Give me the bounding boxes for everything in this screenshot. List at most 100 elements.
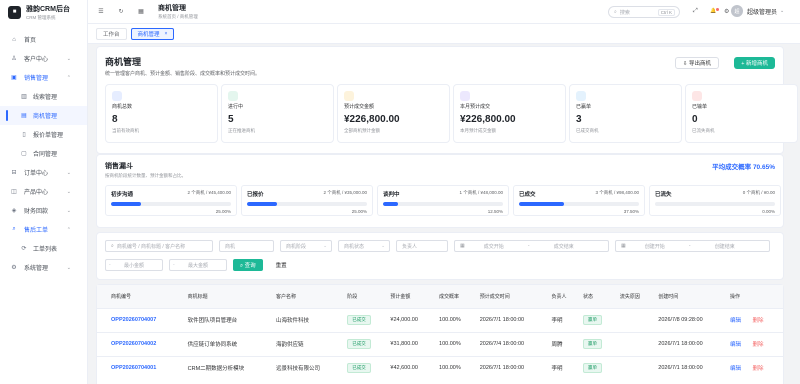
finance-icon: ◈ [11, 208, 17, 214]
edit-button[interactable]: 编辑 [730, 318, 741, 324]
sidebar-item-label: 订单中心 [24, 171, 49, 177]
user-menu[interactable]: 超 超级管理员 ⌄ [731, 5, 784, 17]
max-amount-input[interactable]: - 最大金额 [169, 259, 227, 271]
close-icon[interactable]: × [165, 31, 168, 37]
expected-date-range[interactable]: ▦ 成交开始 - 成交结束 [454, 240, 609, 252]
created-start[interactable]: 创建开始 [631, 243, 679, 250]
sidebar-item-opportunities[interactable]: ▤ 商机管理 [0, 106, 87, 125]
created-date-range[interactable]: ▦ 创建开始 - 创建结束 [615, 240, 770, 252]
export-button[interactable]: ⇩ 导出商机 [674, 57, 719, 69]
chevron-down-icon: ⌄ [66, 55, 71, 62]
funnel-stage[interactable]: 已成交 3 个商机 / ¥98,400.00 37.50% [513, 185, 645, 216]
add-opportunity-button[interactable]: + 新增商机 [734, 57, 775, 69]
status-select[interactable]: 商机状态 ⌄ [338, 240, 390, 252]
sidebar-item-home[interactable]: ⌂ 首页 [0, 30, 87, 49]
table-row[interactable]: OPP20260704002 供应链订单协同系统 海韵供应链 已成交 ¥31,8… [97, 331, 783, 356]
opportunity-code[interactable]: OPP20260704007 [97, 307, 184, 332]
column-header[interactable]: 预计成交时间 [475, 285, 548, 308]
column-header[interactable]: 流失原因 [615, 285, 655, 308]
column-header[interactable]: 阶段 [343, 285, 387, 308]
chevron-down-icon: ⌄ [381, 243, 385, 248]
chevron-down-icon: ⌄ [66, 188, 71, 195]
stage-fill [247, 202, 277, 206]
edit-button[interactable]: 编辑 [730, 366, 741, 372]
fullscreen-icon[interactable]: ⤢ [693, 8, 698, 15]
keyword-search-input[interactable]: ⌕ 商机编号 / 商机标题 / 客户名称 [105, 240, 213, 252]
edit-button[interactable]: 编辑 [730, 342, 741, 348]
min-amount-input[interactable]: - 最小金额 [105, 259, 163, 271]
reset-button[interactable]: 重置 [269, 259, 294, 271]
settings-icon[interactable]: ⚙ [724, 8, 729, 15]
stat-icon [228, 91, 238, 101]
opportunity-code[interactable]: OPP20260704001 [97, 355, 184, 380]
grid-icon[interactable]: ▦ [134, 8, 148, 15]
sidebar-item-products[interactable]: ◫ 产品中心 ⌄ [0, 182, 87, 201]
menu-icon[interactable]: ☰ [94, 8, 108, 15]
column-header[interactable]: 创建时间 [654, 285, 726, 308]
refresh-icon[interactable]: ↻ [114, 8, 128, 15]
stat-value: 3 [576, 114, 582, 125]
global-search-input[interactable]: ⌕ 搜索 Ctrl K [608, 6, 680, 18]
stat-lost: 已输单 0 已流失商机 [685, 84, 798, 143]
stat-label: 已赢单 [576, 104, 592, 110]
status-badge: 赢单 [582, 363, 602, 374]
sidebar-item-ticket-list[interactable]: ⟳ 工单列表 [0, 239, 87, 258]
chevron-up-icon: ⌃ [66, 74, 71, 81]
sidebar-item-system[interactable]: ⚙ 系统管理 ⌄ [0, 258, 87, 277]
status-cell: 赢单 [578, 331, 616, 356]
order-icon: ⊟ [11, 170, 17, 176]
breadcrumb-path[interactable]: 系统首页 / 商机管理 [158, 14, 198, 20]
expected-start[interactable]: 成交开始 [470, 243, 518, 250]
funnel-stage[interactable]: 谈判中 1 个商机 / ¥48,000.00 12.50% [377, 185, 509, 216]
actions-cell: 编辑 删除 [725, 331, 783, 356]
column-header[interactable]: 客户名称 [272, 285, 344, 308]
column-header[interactable]: 成交概率 [435, 285, 476, 308]
owner: 李明 [547, 307, 579, 332]
sidebar-item-label: 客户中心 [24, 57, 49, 63]
stage-cell: 已成交 [343, 355, 387, 380]
expected-date: 2026/7/1 18:00:00 [475, 355, 548, 380]
sidebar-item-leads[interactable]: ▥ 线索管理 [0, 87, 87, 106]
sidebar-item-customers[interactable]: ♙ 客户中心 ⌄ [0, 49, 87, 68]
stage-select[interactable]: 商机阶段 ⌄ [280, 240, 332, 252]
sidebar-item-aftersales[interactable]: ⌕ 售后工单 ⌃ [0, 220, 87, 239]
delete-button[interactable]: 删除 [753, 342, 764, 348]
column-header[interactable]: 状态 [578, 285, 616, 308]
chevron-down-icon: ⌄ [780, 8, 785, 14]
sidebar-item-sales[interactable]: ▣ 销售管理 ⌃ [0, 68, 87, 87]
column-header[interactable]: 商机标题 [183, 285, 273, 308]
tab-opportunities[interactable]: 商机管理 × [130, 27, 175, 40]
customer-name: 远景科技有限公司 [272, 355, 344, 380]
funnel-stage[interactable]: 已流失 0 个商机 / ¥0.00 0.00% [649, 185, 781, 216]
funnel-stage[interactable]: 已报价 2 个商机 / ¥35,000.00 25.00% [241, 185, 373, 216]
table-row[interactable]: OPP20260704007 软件团队项目管理台 山海软件科技 已成交 ¥24,… [97, 307, 783, 332]
page-title: 商机管理 [158, 5, 186, 12]
table-row[interactable]: OPP20260704001 CRM二期数据分析模块 远景科技有限公司 已成交 … [97, 355, 783, 380]
expected-end[interactable]: 成交结束 [540, 243, 588, 250]
sidebar-item-orders[interactable]: ⊟ 订单中心 ⌄ [0, 163, 87, 182]
owner-input[interactable]: 负责人 [396, 240, 448, 252]
sidebar-item-contracts[interactable]: ▢ 合同管理 [0, 144, 87, 163]
column-header[interactable]: 商机编号 [97, 285, 184, 308]
brand[interactable]: ■ 雅韵CRM后台 CRM 管理系统 [0, 0, 87, 24]
delete-button[interactable]: 删除 [753, 318, 764, 324]
home-icon: ⌂ [12, 36, 16, 43]
stat-icon [344, 91, 354, 101]
customer-name: 海韵供应链 [272, 331, 344, 356]
product-input[interactable]: 商机 [219, 240, 274, 252]
max-amount-placeholder: 最大金额 [187, 262, 208, 269]
query-button[interactable]: ⌕ 查询 [233, 259, 263, 271]
opportunity-code[interactable]: OPP20260704002 [97, 331, 184, 356]
sidebar-item-finance[interactable]: ◈ 财务回款 ⌄ [0, 201, 87, 220]
funnel-stage[interactable]: 初步沟通 2 个商机 / ¥45,400.00 25.00% [105, 185, 237, 216]
column-header[interactable]: 负责人 [547, 285, 579, 308]
calendar-icon: ▦ [460, 243, 465, 249]
tab-workbench[interactable]: 工作台 [96, 27, 127, 40]
created-end[interactable]: 创建结束 [701, 243, 749, 250]
column-header[interactable]: 预计金额 [386, 285, 436, 308]
stat-value: ¥226,800.00 [460, 114, 516, 125]
search-icon: ⌕ [111, 243, 114, 249]
delete-button[interactable]: 删除 [753, 366, 764, 372]
sidebar-item-quotes[interactable]: ▯ 报价单管理 [0, 125, 87, 144]
username: 超级管理员 [747, 9, 778, 16]
